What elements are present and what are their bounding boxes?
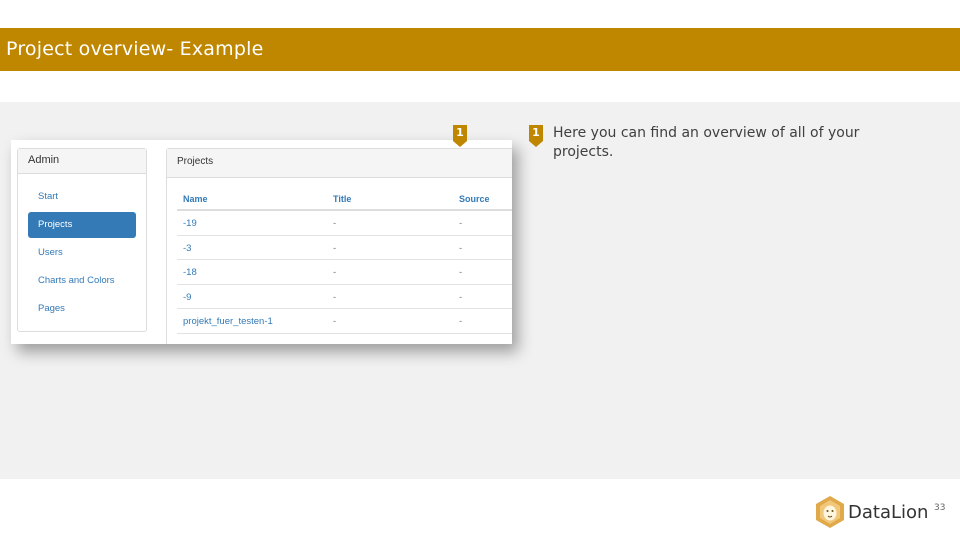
project-source-cell: -	[459, 242, 463, 254]
logo-text: DataLion	[848, 502, 929, 523]
project-title-cell: -	[333, 267, 337, 278]
slide-title: Project overview- Example	[6, 38, 264, 60]
project-title-cell: -	[333, 218, 337, 229]
page-number: 33	[934, 503, 946, 513]
nav-item-start[interactable]: Start	[28, 184, 136, 210]
project-source-cell: -	[459, 291, 463, 303]
slide: Project overview- Example Admin Start Pr…	[0, 0, 960, 540]
project-name-link[interactable]: -18	[183, 267, 197, 278]
nav-item-pages[interactable]: Pages	[28, 296, 136, 322]
project-title-cell: -	[333, 291, 337, 303]
nav-item-projects[interactable]: Projects	[28, 212, 136, 238]
project-name-link[interactable]: -3	[183, 243, 191, 254]
admin-heading: Admin	[18, 149, 146, 174]
projects-heading: Projects	[167, 149, 512, 178]
admin-panel: Admin Start Projects Users Charts and Co…	[17, 148, 147, 332]
admin-nav: Start Projects Users Charts and Colors P…	[18, 174, 146, 334]
note-marker-icon: 1	[529, 125, 543, 147]
lion-logo-icon	[816, 496, 844, 528]
project-source-cell: -	[459, 316, 463, 327]
project-name-link[interactable]: projekt_fuer_testen-1	[183, 316, 273, 327]
callout-marker-icon: 1	[453, 125, 467, 147]
column-header-source[interactable]: Source	[459, 194, 490, 204]
nav-item-charts-and-colors[interactable]: Charts and Colors	[28, 268, 136, 294]
table-row: -19 - -	[177, 211, 512, 236]
project-name-link[interactable]: -9	[183, 292, 191, 303]
projects-table: Name Title Source -19 - - -3 - - -18 - -…	[177, 189, 512, 334]
table-row: -3 - -	[177, 236, 512, 260]
datalion-logo: DataLion	[814, 496, 934, 528]
project-name-link[interactable]: -19	[183, 218, 197, 229]
nav-item-users[interactable]: Users	[28, 240, 136, 266]
projects-panel: Projects Name Title Source -19 - - -3 - …	[166, 148, 512, 344]
admin-screenshot: Admin Start Projects Users Charts and Co…	[11, 140, 512, 344]
table-row: -18 - -	[177, 260, 512, 285]
title-bar: Project overview- Example	[0, 28, 960, 71]
project-source-cell: -	[459, 267, 463, 278]
project-title-cell: -	[333, 316, 337, 327]
note-marker-number: 1	[532, 126, 540, 139]
table-row: -9 - -	[177, 285, 512, 309]
project-source-cell: -	[459, 218, 463, 229]
table-row: projekt_fuer_testen-1 - -	[177, 309, 512, 334]
column-header-title[interactable]: Title	[333, 194, 351, 204]
note-text: Here you can find an overview of all of …	[553, 125, 860, 160]
callout-marker-number: 1	[456, 126, 464, 139]
table-header: Name Title Source	[177, 189, 512, 211]
column-header-name[interactable]: Name	[183, 194, 208, 204]
project-title-cell: -	[333, 242, 337, 254]
